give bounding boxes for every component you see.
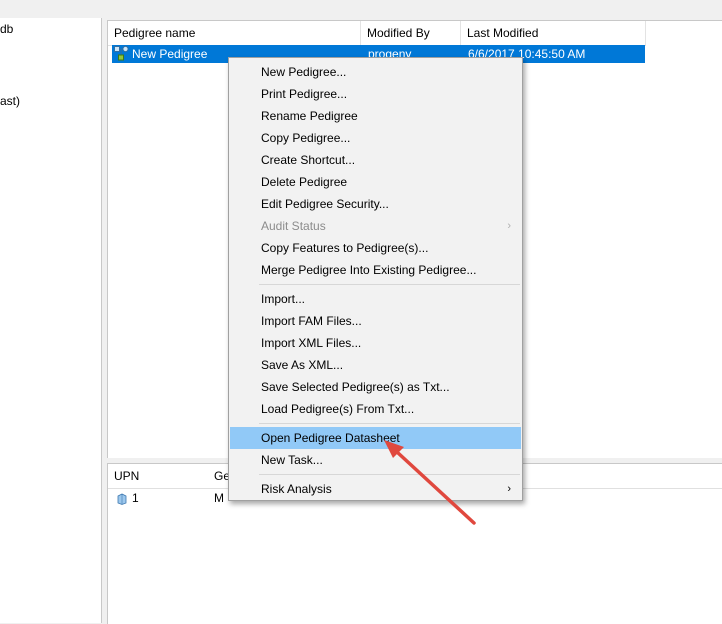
column-header-pedigree-name[interactable]: Pedigree name — [108, 21, 361, 45]
menu-item-delete-pedigree[interactable]: Delete Pedigree — [230, 171, 521, 193]
menu-item-new-task[interactable]: New Task... — [230, 449, 521, 471]
menu-item-import-fam-files[interactable]: Import FAM Files... — [230, 310, 521, 332]
menu-separator — [259, 474, 520, 475]
menu-item-print-pedigree[interactable]: Print Pedigree... — [230, 83, 521, 105]
individual-upn[interactable]: 1 — [126, 486, 139, 510]
menu-item-copy-features[interactable]: Copy Features to Pedigree(s)... — [230, 237, 521, 259]
menu-item-load-from-txt[interactable]: Load Pedigree(s) From Txt... — [230, 398, 521, 420]
column-header-last-modified[interactable]: Last Modified — [461, 21, 646, 45]
menu-item-audit-status-label: Audit Status — [261, 219, 326, 233]
tree-node-db[interactable]: db — [0, 22, 13, 36]
menu-item-save-selected-as-txt[interactable]: Save Selected Pedigree(s) as Txt... — [230, 376, 521, 398]
menu-item-save-as-xml[interactable]: Save As XML... — [230, 354, 521, 376]
top-strip — [0, 0, 722, 18]
column-header-upn[interactable]: UPN — [108, 464, 208, 488]
submenu-arrow-icon: › — [507, 483, 511, 495]
tree-node-ast[interactable]: ast) — [0, 94, 20, 108]
menu-item-edit-pedigree-security[interactable]: Edit Pedigree Security... — [230, 193, 521, 215]
menu-item-merge-pedigree[interactable]: Merge Pedigree Into Existing Pedigree... — [230, 259, 521, 281]
navigation-tree[interactable]: db ast) — [0, 18, 102, 623]
pedigree-name: New Pedigree — [132, 47, 208, 61]
context-menu[interactable]: New Pedigree... Print Pedigree... Rename… — [228, 57, 523, 501]
menu-item-risk-analysis-label: Risk Analysis — [261, 482, 332, 496]
menu-item-risk-analysis[interactable]: Risk Analysis › — [230, 478, 521, 500]
menu-item-import[interactable]: Import... — [230, 288, 521, 310]
menu-item-copy-pedigree[interactable]: Copy Pedigree... — [230, 127, 521, 149]
submenu-arrow-icon: › — [507, 220, 511, 232]
menu-item-new-pedigree[interactable]: New Pedigree... — [230, 61, 521, 83]
menu-separator — [259, 423, 520, 424]
menu-item-import-xml-files[interactable]: Import XML Files... — [230, 332, 521, 354]
menu-item-create-shortcut[interactable]: Create Shortcut... — [230, 149, 521, 171]
menu-item-audit-status: Audit Status › — [230, 215, 521, 237]
menu-item-open-pedigree-datasheet[interactable]: Open Pedigree Datasheet — [230, 427, 521, 449]
menu-item-rename-pedigree[interactable]: Rename Pedigree — [230, 105, 521, 127]
pedigree-icon — [114, 46, 129, 61]
menu-separator — [259, 284, 520, 285]
individual-ge[interactable]: M — [208, 486, 224, 510]
column-header-modified-by[interactable]: Modified By — [361, 21, 461, 45]
pedigree-list-header: Pedigree name Modified By Last Modified — [108, 21, 646, 46]
